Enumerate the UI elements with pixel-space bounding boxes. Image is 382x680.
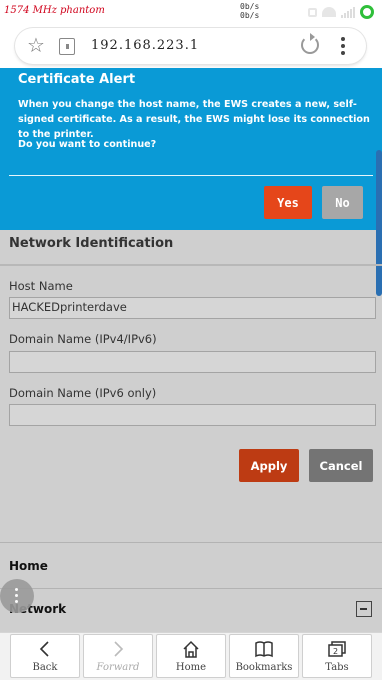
yes-button[interactable]: Yes <box>264 186 312 219</box>
bookmarks-button[interactable]: Bookmarks <box>229 634 299 678</box>
section-title: Network Identification <box>9 236 174 251</box>
alert-title: Certificate Alert <box>18 72 136 87</box>
reload-icon[interactable] <box>301 33 319 54</box>
bookmarks-label: Bookmarks <box>235 662 293 673</box>
tabs-icon: 2 <box>328 641 346 657</box>
cancel-button[interactable]: Cancel <box>309 449 373 482</box>
nav-item-home[interactable]: Home <box>9 559 48 573</box>
forward-label: Forward <box>96 662 140 673</box>
bottom-navigation: Back Forward Home Bookmarks 2 Tabs <box>0 632 382 680</box>
certificate-alert: Certificate Alert When you change the ho… <box>0 68 382 230</box>
back-label: Back <box>32 662 58 673</box>
overflow-menu-icon[interactable] <box>341 37 345 55</box>
alert-divider <box>9 175 373 176</box>
network-identification-panel: Network Identification Host Name HACKEDp… <box>0 230 382 632</box>
domain-name-ipv6-input[interactable] <box>9 404 376 426</box>
back-button[interactable]: Back <box>10 634 80 678</box>
svg-text:2: 2 <box>333 647 338 656</box>
nav-divider <box>0 542 382 543</box>
forward-icon <box>114 641 124 657</box>
alert-message: When you change the host name, the EWS c… <box>18 99 370 140</box>
host-name-input[interactable]: HACKEDprinterdave <box>9 297 376 319</box>
browser-toolbar: ☆ 192.168.223.1 <box>0 24 382 68</box>
alert-question: Do you want to continue? <box>18 139 157 150</box>
status-bar: 1574 MHz phantom 0b/s 0b/s <box>0 0 382 24</box>
network-label: 1574 MHz phantom <box>4 5 105 16</box>
url-text[interactable]: 192.168.223.1 <box>91 38 199 53</box>
page-info-icon[interactable] <box>59 38 75 55</box>
forward-button[interactable]: Forward <box>83 634 153 678</box>
tabs-button[interactable]: 2 Tabs <box>302 634 372 678</box>
bookmarks-icon <box>255 641 273 658</box>
network-speed: 0b/s 0b/s <box>240 2 259 20</box>
domain-name-ipv6-label: Domain Name (IPv6 only) <box>9 386 157 400</box>
domain-name-ipv4-ipv6-label: Domain Name (IPv4/IPv6) <box>9 332 157 346</box>
floating-menu-button[interactable] <box>0 579 34 613</box>
nav-divider <box>0 588 382 589</box>
host-name-label: Host Name <box>9 279 73 293</box>
apply-button[interactable]: Apply <box>239 449 299 482</box>
battery-ring-icon <box>360 5 374 19</box>
upload-speed: 0b/s <box>240 2 260 11</box>
download-speed: 0b/s <box>240 11 260 20</box>
section-divider <box>0 264 382 266</box>
home-label: Home <box>175 662 207 673</box>
domain-name-ipv4-ipv6-input[interactable] <box>9 351 376 373</box>
collapse-icon[interactable] <box>356 601 372 617</box>
nfc-icon <box>308 7 317 17</box>
url-bar[interactable]: ☆ 192.168.223.1 <box>15 28 366 64</box>
home-button[interactable]: Home <box>156 634 226 678</box>
tabs-label: Tabs <box>325 662 349 673</box>
back-icon <box>39 641 49 657</box>
bookmark-star-icon[interactable]: ☆ <box>27 35 45 55</box>
signal-icon <box>341 6 355 18</box>
wifi-icon <box>322 7 336 17</box>
home-icon <box>183 640 199 658</box>
no-button[interactable]: No <box>322 186 363 219</box>
